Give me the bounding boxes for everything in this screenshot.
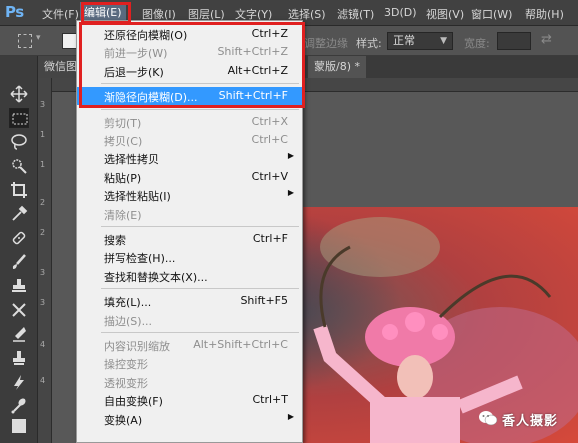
eyedropper-tool-icon[interactable] xyxy=(9,204,29,224)
menu-item-label: 选择性粘贴(I) xyxy=(104,190,171,204)
menu-item[interactable]: 拼写检查(H)... xyxy=(77,248,302,266)
gradient-tool-icon[interactable] xyxy=(9,416,29,436)
style-label: 样式: xyxy=(356,37,382,50)
menu-item-shortcut: Ctrl+V xyxy=(251,169,288,183)
submenu-arrow-icon: ▶ xyxy=(287,411,294,421)
menu-11[interactable]: 帮助(H) xyxy=(525,6,564,22)
menu-item: 拷贝(C) Ctrl+C xyxy=(77,131,302,149)
menu-item: 操控变形 xyxy=(77,354,302,372)
menu-item-label: 清除(E) xyxy=(104,208,142,222)
menu-7[interactable]: 滤镜(T) xyxy=(337,6,374,22)
swap-icon[interactable]: ⇄ xyxy=(541,32,552,47)
menu-item-label: 搜索 xyxy=(104,234,126,247)
style-value: 正常 xyxy=(393,34,415,47)
left-ruler: 3 1 1 2 2 3 3 4 4 xyxy=(38,78,52,443)
menu-item[interactable]: 选择性粘贴(I) ▶ xyxy=(77,186,302,204)
history-brush-tool-icon[interactable] xyxy=(9,300,29,320)
healing-brush-tool-icon[interactable] xyxy=(9,228,29,248)
move-tool-icon[interactable] xyxy=(9,84,29,104)
menu-1[interactable]: 文件(F) xyxy=(42,6,79,22)
menu-item-shortcut: Alt+Shift+Ctrl+C xyxy=(193,338,288,351)
dodge-tool-icon[interactable] xyxy=(9,396,29,416)
ruler-tick: 2 xyxy=(40,228,46,237)
menu-item[interactable]: 搜索 Ctrl+F xyxy=(77,230,302,248)
document-tab-2[interactable]: 蒙版/8) * xyxy=(308,56,366,78)
menu-item-shortcut: Ctrl+X xyxy=(251,114,288,128)
menu-item: 剪切(T) Ctrl+X xyxy=(77,113,302,131)
submenu-arrow-icon: ▶ xyxy=(287,188,294,198)
menu-item: 清除(E) xyxy=(77,205,302,223)
menu-item-label: 查找和替换文本(X)... xyxy=(104,270,208,284)
width-input[interactable] xyxy=(497,32,531,50)
width-label: 宽度: xyxy=(464,37,490,50)
ruler-tick: 4 xyxy=(40,376,46,385)
menu-item-label: 选择性拷贝 xyxy=(104,153,159,167)
quick-select-tool-icon[interactable] xyxy=(9,156,29,176)
menu-item[interactable]: 查找和替换文本(X)... xyxy=(77,267,302,285)
menu-item-label: 透视变形 xyxy=(104,376,148,390)
menu-item[interactable]: 填充(L)... Shift+F5 xyxy=(77,292,302,310)
stamp-tool-icon[interactable] xyxy=(9,348,29,368)
menu-item[interactable]: 粘贴(P) Ctrl+V xyxy=(77,168,302,186)
crop-tool-icon[interactable] xyxy=(9,180,29,200)
menu-item-label: 内容识别缩放 xyxy=(104,340,170,353)
menu-item-shortcut: Ctrl+F xyxy=(252,232,288,245)
menu-item: 描边(S)... xyxy=(77,311,302,329)
menu-item-shortcut: Ctrl+T xyxy=(252,393,288,407)
ruler-tick: 3 xyxy=(40,298,46,307)
menu-item-label: 填充(L)... xyxy=(104,296,152,310)
menu-item-label: 操控变形 xyxy=(104,358,148,372)
ruler-tick: 1 xyxy=(40,160,46,169)
chevron-down-icon[interactable]: ▾ xyxy=(36,33,41,43)
blur-tool-icon[interactable] xyxy=(9,372,29,392)
menu-item-shortcut: Ctrl+C xyxy=(251,133,288,146)
menu-item-shortcut: Shift+F5 xyxy=(240,294,288,308)
rect-marquee-tool-icon[interactable] xyxy=(9,108,29,128)
menu-item: 透视变形 xyxy=(77,373,302,391)
ruler-tick: 1 xyxy=(40,130,46,139)
ruler-tick: 3 xyxy=(40,100,46,109)
menu-item-label: 拷贝(C) xyxy=(104,135,143,148)
menu-highlight-annotation xyxy=(81,2,131,24)
refine-edge-button[interactable]: 调整边缘 xyxy=(304,35,348,51)
menu-item-label: 变换(A) xyxy=(104,413,143,427)
menu-item[interactable]: 选择性拷贝 ▶ xyxy=(77,149,302,167)
dropdown-highlight-annotation xyxy=(79,22,305,108)
menu-8[interactable]: 3D(D) xyxy=(384,6,417,19)
menu-10[interactable]: 窗口(W) xyxy=(471,6,512,22)
clone-stamp-tool-icon[interactable] xyxy=(9,276,29,296)
ruler-tick: 4 xyxy=(40,340,46,349)
menu-separator xyxy=(101,288,299,290)
style-select[interactable]: 正常 ▼ xyxy=(387,32,453,50)
menu-separator xyxy=(101,108,299,110)
menu-item: 内容识别缩放 Alt+Shift+Ctrl+C xyxy=(77,336,302,354)
watermark-text: 香人摄影 xyxy=(502,414,559,429)
menu-item-label: 粘贴(P) xyxy=(104,171,142,185)
tools-panel xyxy=(0,56,38,443)
submenu-arrow-icon: ▶ xyxy=(287,151,294,161)
watermark: 香人摄影 xyxy=(466,407,578,429)
lasso-tool-icon[interactable] xyxy=(9,132,29,152)
menu-item-label: 描边(S)... xyxy=(104,314,153,328)
photoshop-logo: Ps xyxy=(5,3,24,21)
menu-item-label: 自由变换(F) xyxy=(104,395,163,409)
brush-tool-icon[interactable] xyxy=(9,252,29,272)
menu-9[interactable]: 视图(V) xyxy=(426,6,464,22)
menu-item-label: 拼写检查(H)... xyxy=(104,252,176,266)
marquee-mode-icon[interactable] xyxy=(18,34,32,48)
chevron-down-icon: ▼ xyxy=(440,36,447,46)
menu-separator xyxy=(101,332,299,333)
menu-item-label: 剪切(T) xyxy=(104,116,142,130)
ruler-tick: 3 xyxy=(40,268,46,277)
wechat-icon xyxy=(479,411,498,426)
ruler-tick: 2 xyxy=(40,198,46,207)
eraser-tool-icon[interactable] xyxy=(9,324,29,344)
menu-separator xyxy=(101,226,299,227)
menu-item[interactable]: 自由变换(F) Ctrl+T xyxy=(77,391,302,409)
menu-item[interactable]: 变换(A) ▶ xyxy=(77,410,302,428)
